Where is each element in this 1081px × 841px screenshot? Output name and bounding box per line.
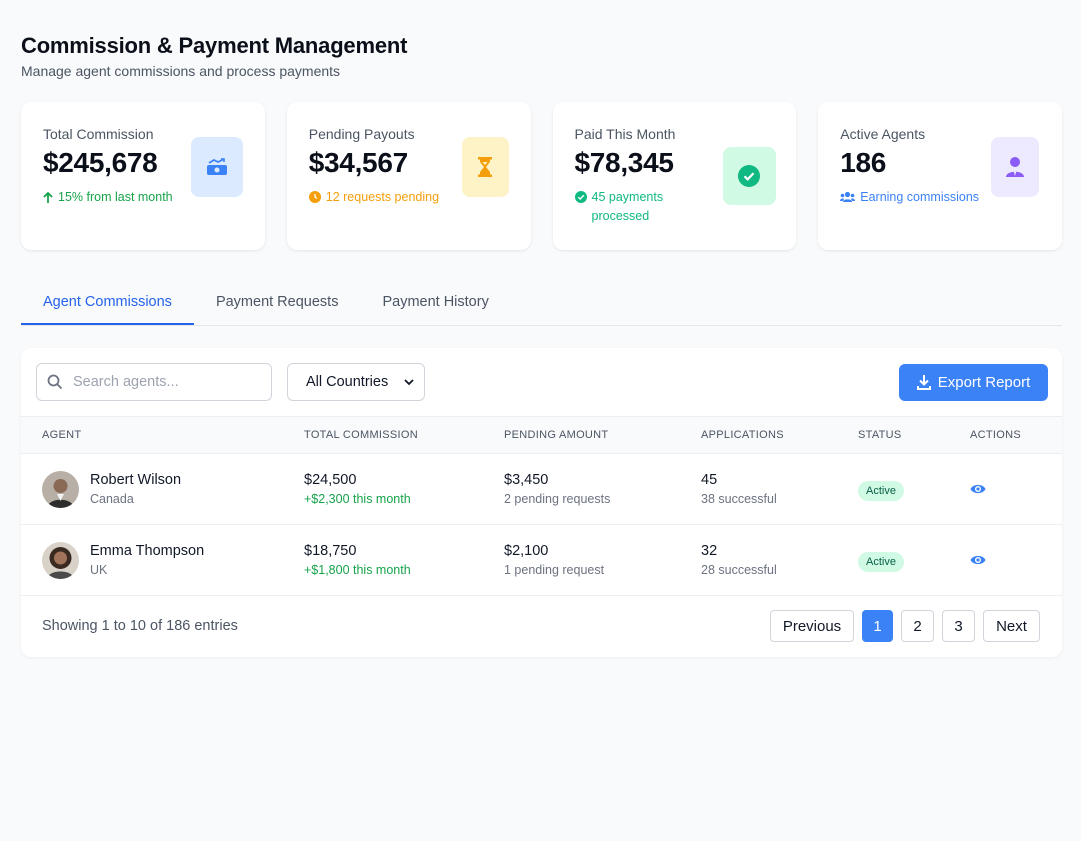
agent-cell: Robert Wilson Canada <box>90 471 181 506</box>
page-button-1[interactable]: 1 <box>862 610 893 642</box>
pending-amount: $3,450 <box>504 472 549 488</box>
column-header-total-commission[interactable]: Total Commission <box>304 429 418 441</box>
search-input[interactable] <box>73 374 263 390</box>
applications-cell: 45 38 successful <box>701 471 777 506</box>
avatar <box>42 542 79 579</box>
commissions-panel: All Countries Export Report Agent Total … <box>21 348 1062 657</box>
commission-amount: $24,500 <box>304 472 357 488</box>
applications-count: 45 <box>701 472 718 488</box>
tab-bar: Agent Commissions Payment Requests Payme… <box>21 284 1062 326</box>
next-page-button[interactable]: Next <box>983 610 1040 642</box>
page: Commission & Payment Management Manage a… <box>21 32 1062 657</box>
search-box[interactable] <box>36 363 272 401</box>
page-title: Commission & Payment Management <box>21 33 408 58</box>
table-header: Agent Total Commission Pending Amount Ap… <box>21 417 1062 454</box>
search-icon <box>47 374 63 390</box>
tab-payment-requests[interactable]: Payment Requests <box>194 284 361 325</box>
table-toolbar: All Countries Export Report <box>21 348 1062 417</box>
pending-note: 1 pending request <box>504 563 605 577</box>
stat-note-text: 45 payments processed <box>591 190 664 223</box>
previous-page-button[interactable]: Previous <box>770 610 854 642</box>
stat-note: 45 payments processed <box>574 188 695 226</box>
hourglass-icon <box>461 137 509 197</box>
stat-card-paid-this-month: Paid This Month $78,345 45 payments proc… <box>552 102 797 250</box>
stat-card-active-agents: Active Agents 186 Earning commissions <box>818 102 1062 250</box>
arrow-up-icon <box>43 192 53 203</box>
page-button-2[interactable]: 2 <box>901 610 934 642</box>
entries-summary: Showing 1 to 10 of 186 entries <box>42 618 238 634</box>
column-header-actions: Actions <box>970 429 1021 441</box>
stats-cards: Total Commission $245,678 15% from last … <box>21 102 1062 250</box>
check-circle-icon <box>722 147 776 205</box>
commission-cell: $18,750 +$1,800 this month <box>304 542 411 577</box>
applications-cell: 32 28 successful <box>701 542 777 577</box>
column-header-status[interactable]: Status <box>858 429 902 441</box>
agent-name[interactable]: Robert Wilson <box>90 471 181 489</box>
users-icon <box>840 191 856 202</box>
stat-note-text: 12 requests pending <box>325 190 440 204</box>
clock-icon <box>308 191 321 203</box>
agent-cell: Emma Thompson UK <box>90 542 204 577</box>
stat-note-text: 15% from last month <box>58 190 173 204</box>
tab-agent-commissions[interactable]: Agent Commissions <box>21 284 194 325</box>
user-tie-icon <box>991 137 1040 197</box>
table-footer: Showing 1 to 10 of 186 entries Previous … <box>21 596 1062 658</box>
country-filter-select[interactable]: All Countries <box>287 363 425 401</box>
page-subtitle: Manage agent commissions and process pay… <box>21 63 341 79</box>
table-row: Emma Thompson UK $18,750 +$1,800 this mo… <box>21 525 1062 596</box>
view-eye-icon[interactable] <box>970 482 986 500</box>
table-row: Robert Wilson Canada $24,500 +$2,300 thi… <box>21 454 1062 525</box>
commission-cell: $24,500 +$2,300 this month <box>304 471 411 506</box>
avatar <box>42 471 79 508</box>
status-badge: Active <box>858 481 904 501</box>
agent-country: Canada <box>90 492 134 506</box>
view-eye-icon[interactable] <box>970 553 986 571</box>
commission-delta: +$1,800 this month <box>304 563 411 577</box>
tab-payment-history[interactable]: Payment History <box>360 284 510 325</box>
chevron-down-icon <box>404 378 414 385</box>
country-filter-value: All Countries <box>306 374 389 390</box>
export-report-label: Export Report <box>937 374 1031 391</box>
pending-amount: $2,100 <box>504 543 549 559</box>
pending-cell: $2,100 1 pending request <box>504 542 604 577</box>
commission-amount: $18,750 <box>304 543 357 559</box>
applications-note: 38 successful <box>701 492 777 506</box>
money-trend-icon <box>191 137 243 197</box>
agent-country: UK <box>90 563 108 577</box>
column-header-pending-amount[interactable]: Pending Amount <box>504 429 608 441</box>
pending-cell: $3,450 2 pending requests <box>504 471 610 506</box>
check-circle-small-icon <box>574 191 587 203</box>
status-badge: Active <box>858 552 904 572</box>
download-icon <box>916 375 931 390</box>
applications-note: 28 successful <box>701 563 777 577</box>
page-button-3[interactable]: 3 <box>942 610 975 642</box>
commission-delta: +$2,300 this month <box>304 492 411 506</box>
stat-card-total-commission: Total Commission $245,678 15% from last … <box>21 102 265 250</box>
pagination: Previous 1 2 3 Next <box>770 610 1040 642</box>
agent-name[interactable]: Emma Thompson <box>90 542 204 560</box>
applications-count: 32 <box>701 543 718 559</box>
stat-card-pending-payouts: Pending Payouts $34,567 12 requests pend… <box>286 102 531 250</box>
column-header-agent[interactable]: Agent <box>42 429 81 441</box>
pending-note: 2 pending requests <box>504 492 611 506</box>
stat-note-text: Earning commissions <box>860 190 980 204</box>
column-header-applications[interactable]: Applications <box>701 429 784 441</box>
stat-label: Paid This Month <box>574 126 676 142</box>
export-report-button[interactable]: Export Report <box>899 364 1048 401</box>
